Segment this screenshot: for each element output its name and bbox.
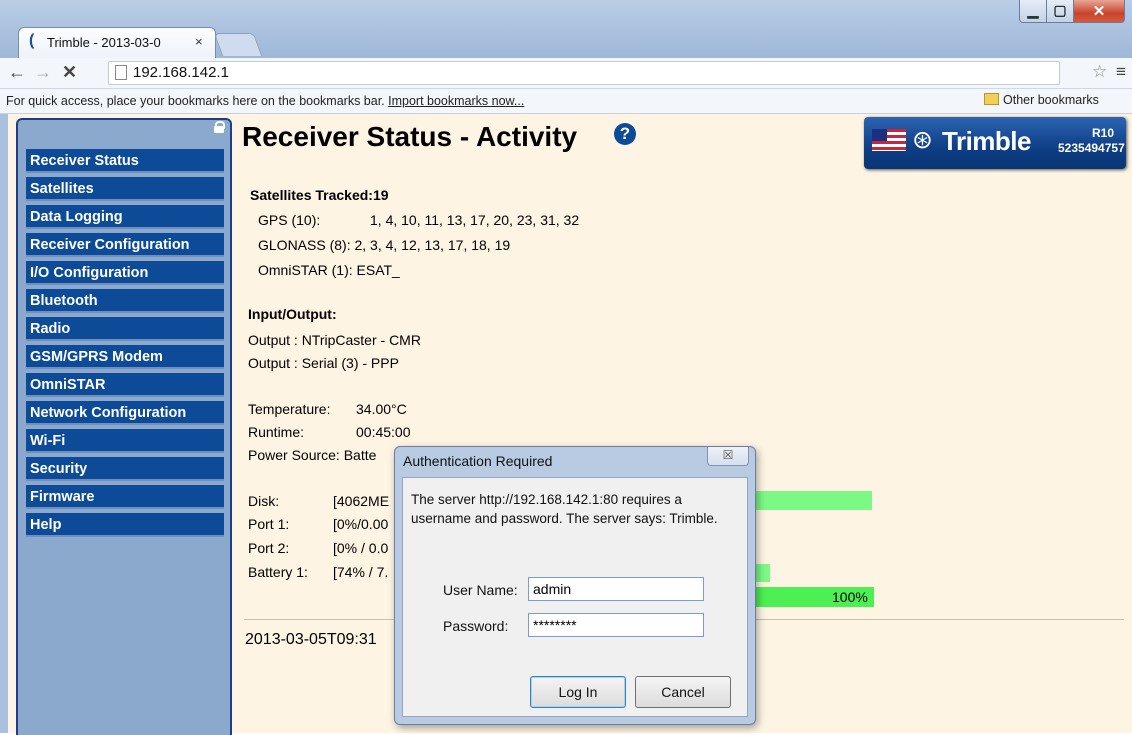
disk-label: Disk: [248,493,280,509]
dialog-message: The server http://192.168.142.1:80 requi… [411,492,718,526]
power-percent: 100% [832,589,868,605]
menu-icon[interactable]: ≡ [1116,62,1126,82]
gps-label: GPS (10): [258,212,321,228]
close-icon: ☒ [722,448,734,462]
power-source: Power Source: Batte [248,447,377,463]
port2-value: [0% / 0.0 [333,540,389,556]
tab-title: Trimble - 2013-03-0 [47,35,161,50]
sidebar-item-receiver-configuration[interactable]: Receiver Configuration [26,233,224,257]
authentication-dialog: Authentication Required ☒ The server htt… [394,446,756,725]
dialog-title: Authentication Required [403,453,553,469]
port1-label: Port 1: [248,516,290,532]
satellites-heading: Satellites Tracked:19 [250,187,389,203]
username-input[interactable] [528,577,704,601]
sidebar-item-help[interactable]: Help [26,513,224,537]
sidebar: Receiver Status Satellites Data Logging … [16,118,232,735]
tab-close-icon[interactable]: × [195,34,203,49]
battery-value: [74% / 7. [333,564,389,580]
username-label: User Name: [443,582,518,598]
us-flag-icon [872,129,906,151]
sidebar-item-wifi[interactable]: Wi-Fi [26,429,224,453]
password-label: Password: [443,618,509,634]
runtime-value: 00:45:00 [356,424,411,440]
back-arrow-icon[interactable]: ← [8,62,26,83]
dialog-body: The server http://192.168.142.1:80 requi… [402,477,748,717]
trimble-globe-icon: ⊛ [912,126,933,154]
dialog-close-button[interactable]: ☒ [707,447,749,466]
sidebar-item-receiver-status[interactable]: Receiver Status [26,149,224,173]
bookmark-star-icon[interactable]: ☆ [1092,62,1107,82]
disk-usage-bar [752,491,872,510]
bookmarks-hint-text: For quick access, place your bookmarks h… [6,94,389,108]
url-text: 192.168.142.1 [133,64,229,81]
battery-label: Battery 1: [248,564,308,580]
gps-satellites: 1, 4, 10, 11, 13, 17, 20, 23, 31, 32 [370,212,580,228]
sidebar-item-security[interactable]: Security [26,457,224,481]
port1-value: [0%/0.00 [333,516,389,532]
minimize-icon: ▁ [1027,2,1039,18]
login-button[interactable]: Log In [530,676,626,708]
password-input[interactable] [528,613,704,637]
sidebar-item-satellites[interactable]: Satellites [26,177,224,201]
sidebar-item-io-configuration[interactable]: I/O Configuration [26,261,224,285]
minimize-button[interactable]: ▁ [1019,0,1047,23]
bookmarks-hint: For quick access, place your bookmarks h… [6,94,524,108]
receiver-serial: 5235494757 [1058,141,1125,155]
port2-label: Port 2: [248,540,290,556]
bookmarks-bar: For quick access, place your bookmarks h… [0,89,1132,114]
temperature-value: 34.00°C [356,401,407,417]
maximize-icon: ▢ [1053,2,1067,18]
import-bookmarks-link[interactable]: Import bookmarks now... [388,94,524,108]
trimble-logo: ⊛ Trimble R10 5235494757 [864,117,1126,169]
glonass-satellites: GLONASS (8): 2, 3, 4, 12, 13, 17, 18, 19 [258,237,511,253]
sidebar-item-radio[interactable]: Radio [26,317,224,341]
temperature-label: Temperature: [248,401,331,417]
window-titlebar: ( Trimble - 2013-03-0 × ▁ ▢ ✕ [0,0,1132,59]
page-icon [115,65,127,80]
sidebar-item-omnistar[interactable]: OmniSTAR [26,373,224,397]
close-icon: ✕ [1092,3,1106,20]
brand-name: Trimble [942,126,1031,156]
window-frame [0,114,8,733]
stop-loading-icon[interactable]: ✕ [62,62,77,83]
runtime-label: Runtime: [248,424,305,440]
lock-body [214,126,224,133]
browser-toolbar: ← → ✕ 192.168.142.1 ☆ ≡ [0,58,1132,89]
sidebar-item-network-configuration[interactable]: Network Configuration [26,401,224,425]
trimble-favicon-icon: ( [29,32,35,49]
maximize-button[interactable]: ▢ [1046,0,1074,23]
address-bar[interactable]: 192.168.142.1 [108,61,1060,85]
forward-arrow-icon[interactable]: → [34,62,52,83]
sidebar-item-gsm-gprs-modem[interactable]: GSM/GPRS Modem [26,345,224,369]
sidebar-item-bluetooth[interactable]: Bluetooth [26,289,224,313]
close-window-button[interactable]: ✕ [1073,0,1125,23]
sidebar-item-data-logging[interactable]: Data Logging [26,205,224,229]
cancel-button[interactable]: Cancel [635,676,731,708]
folder-icon [984,93,999,105]
help-icon[interactable]: ? [614,123,636,145]
lock-icon[interactable] [214,121,225,133]
sidebar-item-firmware[interactable]: Firmware [26,485,224,509]
io-heading: Input/Output: [248,306,337,322]
browser-tab[interactable]: ( Trimble - 2013-03-0 × [18,27,216,59]
flag-canton [872,129,887,141]
output-serial: Output : Serial (3) - PPP [248,355,399,371]
new-tab-button[interactable] [213,33,263,56]
omnistar-satellites: OmniSTAR (1): ESAT_ [258,262,400,278]
page-title: Receiver Status - Activity [242,121,578,152]
disk-value: [4062ME [333,493,390,509]
other-bookmarks-label: Other bookmarks [1003,93,1099,107]
output-ntripcaster: Output : NTripCaster - CMR [248,332,421,348]
other-bookmarks-button[interactable]: Other bookmarks [984,93,1099,107]
timestamp: 2013-03-05T09:31 [245,631,377,648]
receiver-model: R10 [1092,126,1115,140]
